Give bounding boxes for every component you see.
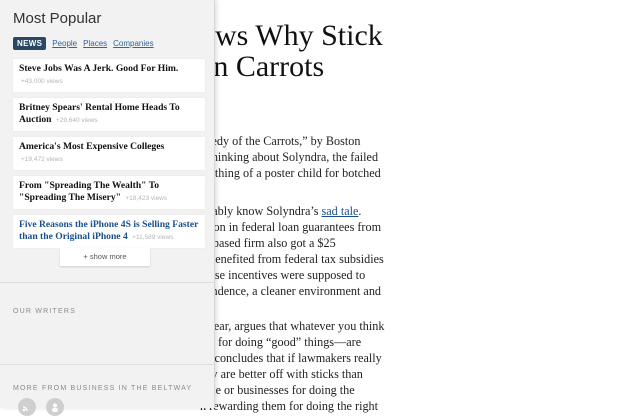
article-paragraph: obably know Solyndra’s sad tale. illion … — [200, 204, 384, 298]
rss-glyph — [22, 406, 28, 412]
panel-title: Most Popular — [13, 10, 102, 27]
person-icon[interactable] — [46, 398, 64, 416]
article-headline: ows Why Stick an Carrots — [200, 19, 383, 83]
person-glyph — [52, 403, 58, 412]
divider — [0, 282, 214, 283]
view-count: +43,000 views — [21, 78, 63, 85]
list-item[interactable]: Steve Jobs Was A Jerk. Good For Him. +43… — [13, 59, 205, 92]
sad-tale-link[interactable]: sad tale — [322, 204, 359, 218]
our-writers-heading: OUR WRITERS — [13, 308, 76, 315]
popular-item-title[interactable]: Steve Jobs Was A Jerk. Good For Him. — [19, 63, 178, 74]
list-item[interactable]: America's Most Expensive Colleges +19,47… — [13, 137, 205, 170]
rss-icon[interactable] — [18, 398, 36, 416]
popular-item-title[interactable]: Britney Spears' Rental Home Heads To Auc… — [19, 102, 180, 125]
view-count: +19,472 views — [21, 156, 63, 163]
list-item[interactable]: Britney Spears' Rental Home Heads To Auc… — [13, 98, 205, 131]
tab-news[interactable]: NEWS — [13, 37, 47, 50]
divider — [0, 364, 214, 365]
list-item[interactable]: From "Spreading The Wealth" To "Spreadin… — [13, 176, 205, 209]
article-paragraph: s year, argues that whatever you think r… — [200, 319, 385, 413]
list-item[interactable]: Five Reasons the iPhone 4S is Selling Fa… — [13, 215, 205, 248]
show-more-button[interactable]: + show more — [60, 248, 150, 266]
popular-tabs: NEWS People Places Companies — [13, 37, 154, 50]
more-from-heading: MORE FROM BUSINESS IN THE BELTWAY — [13, 385, 193, 392]
tab-people[interactable]: People — [52, 39, 77, 48]
view-count: +29,640 views — [55, 117, 98, 124]
view-count: +18,423 views — [125, 195, 168, 202]
popular-item-title[interactable]: America's Most Expensive Colleges — [19, 141, 164, 152]
most-popular-panel: Most Popular NEWS People Places Companie… — [0, 0, 215, 416]
view-count: +11,589 views — [132, 234, 174, 241]
tab-companies[interactable]: Companies — [113, 39, 153, 48]
article-paragraph: agedy of the Carrots,” by Boston e think… — [200, 134, 381, 180]
tab-places[interactable]: Places — [83, 39, 107, 48]
popular-list: Steve Jobs Was A Jerk. Good For Him. +43… — [13, 59, 205, 254]
